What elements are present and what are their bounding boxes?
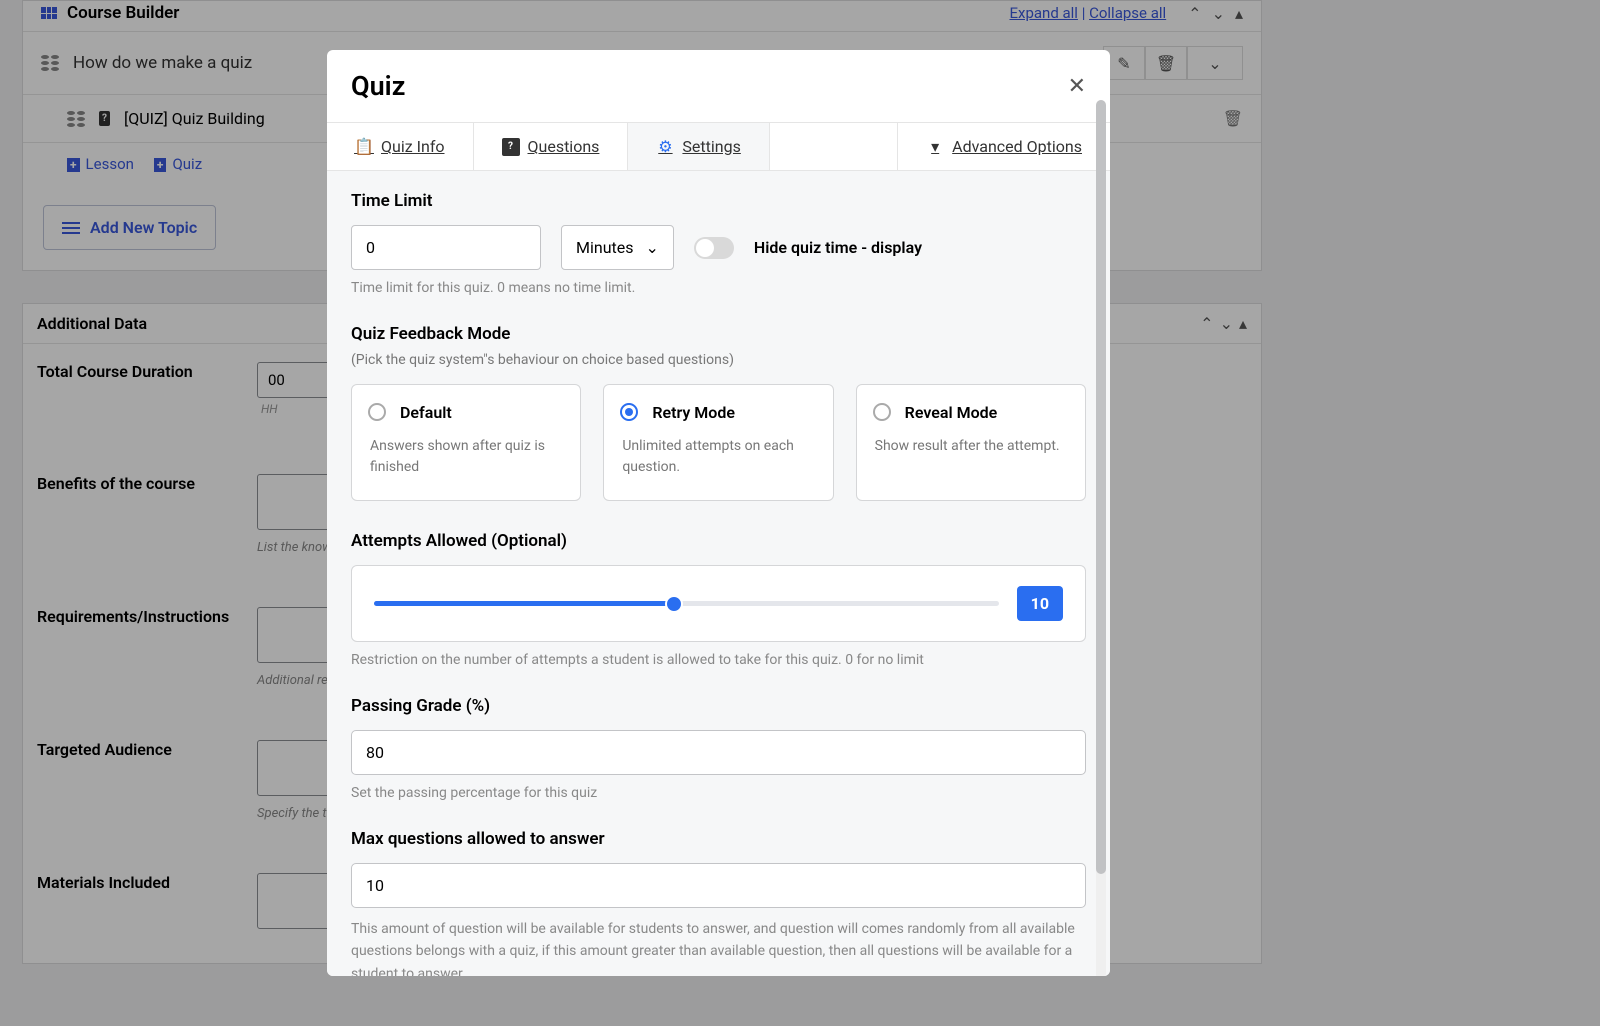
radio-icon: [873, 403, 891, 421]
feedback-reveal-title: Reveal Mode: [905, 403, 1067, 422]
filter-icon: ▾: [926, 138, 944, 156]
feedback-default-desc: Answers shown after quiz is finished: [370, 436, 562, 478]
radio-icon: [620, 403, 638, 421]
feedback-reveal-desc: Show result after the attempt.: [875, 436, 1067, 457]
max-questions-input[interactable]: [351, 863, 1086, 908]
tab-advanced-label: Advanced Options: [952, 137, 1082, 156]
hide-time-label: Hide quiz time - display: [754, 238, 922, 257]
question-icon: ?: [502, 138, 520, 156]
passing-helper: Set the passing percentage for this quiz: [351, 785, 1086, 801]
attempts-value-badge: 10: [1017, 586, 1063, 621]
tab-settings[interactable]: ⚙ Settings: [628, 123, 769, 170]
passing-grade-input[interactable]: [351, 730, 1086, 775]
feedback-options: Default Answers shown after quiz is fini…: [351, 384, 1086, 501]
chevron-down-icon: ⌄: [646, 238, 659, 257]
feedback-title: Quiz Feedback Mode: [351, 324, 1086, 344]
time-limit-title: Time Limit: [351, 191, 1086, 211]
tab-quiz-info-label: Quiz Info: [381, 137, 445, 156]
attempts-slider[interactable]: [374, 601, 999, 606]
attempts-title: Attempts Allowed (Optional): [351, 531, 1086, 551]
slider-thumb[interactable]: [665, 595, 683, 613]
time-unit-value: Minutes: [576, 238, 634, 257]
tab-advanced-options[interactable]: ▾ Advanced Options: [897, 123, 1110, 170]
hide-time-toggle[interactable]: [694, 237, 734, 259]
time-limit-input[interactable]: [351, 225, 541, 270]
modal-body: Time Limit Minutes ⌄ Hide quiz time - di…: [327, 171, 1110, 976]
attempts-helper: Restriction on the number of attempts a …: [351, 652, 1086, 668]
clipboard-icon: 📋: [355, 138, 373, 156]
tab-settings-label: Settings: [682, 137, 740, 156]
tab-questions-label: Questions: [528, 137, 600, 156]
tab-quiz-info[interactable]: 📋 Quiz Info: [327, 123, 474, 170]
close-icon[interactable]: ✕: [1068, 74, 1086, 99]
modal-scrollbar[interactable]: [1096, 100, 1106, 976]
modal-tabs: 📋 Quiz Info ? Questions ⚙ Settings ▾ Adv…: [327, 122, 1110, 171]
feedback-default-title: Default: [400, 403, 562, 422]
modal-header: Quiz ✕: [327, 50, 1110, 122]
slider-fill: [374, 601, 674, 606]
passing-title: Passing Grade (%): [351, 696, 1086, 716]
gear-icon: ⚙: [656, 138, 674, 156]
feedback-option-reveal[interactable]: Reveal Mode Show result after the attemp…: [856, 384, 1086, 501]
feedback-subdesc: (Pick the quiz system"s behaviour on cho…: [351, 352, 1086, 368]
feedback-retry-title: Retry Mode: [652, 403, 814, 422]
attempts-slider-box: 10: [351, 565, 1086, 642]
modal-title: Quiz: [351, 70, 405, 102]
time-unit-select[interactable]: Minutes ⌄: [561, 225, 674, 270]
tab-questions[interactable]: ? Questions: [474, 123, 629, 170]
maxq-helper: This amount of question will be availabl…: [351, 918, 1086, 976]
feedback-option-default[interactable]: Default Answers shown after quiz is fini…: [351, 384, 581, 501]
feedback-retry-desc: Unlimited attempts on each question.: [622, 436, 814, 478]
feedback-option-retry[interactable]: Retry Mode Unlimited attempts on each qu…: [603, 384, 833, 501]
maxq-title: Max questions allowed to answer: [351, 829, 1086, 849]
radio-icon: [368, 403, 386, 421]
time-limit-row: Minutes ⌄ Hide quiz time - display: [351, 225, 1086, 270]
quiz-modal: Quiz ✕ 📋 Quiz Info ? Questions ⚙ Setting…: [327, 50, 1110, 976]
scrollbar-thumb[interactable]: [1096, 100, 1106, 874]
time-limit-helper: Time limit for this quiz. 0 means no tim…: [351, 280, 1086, 296]
